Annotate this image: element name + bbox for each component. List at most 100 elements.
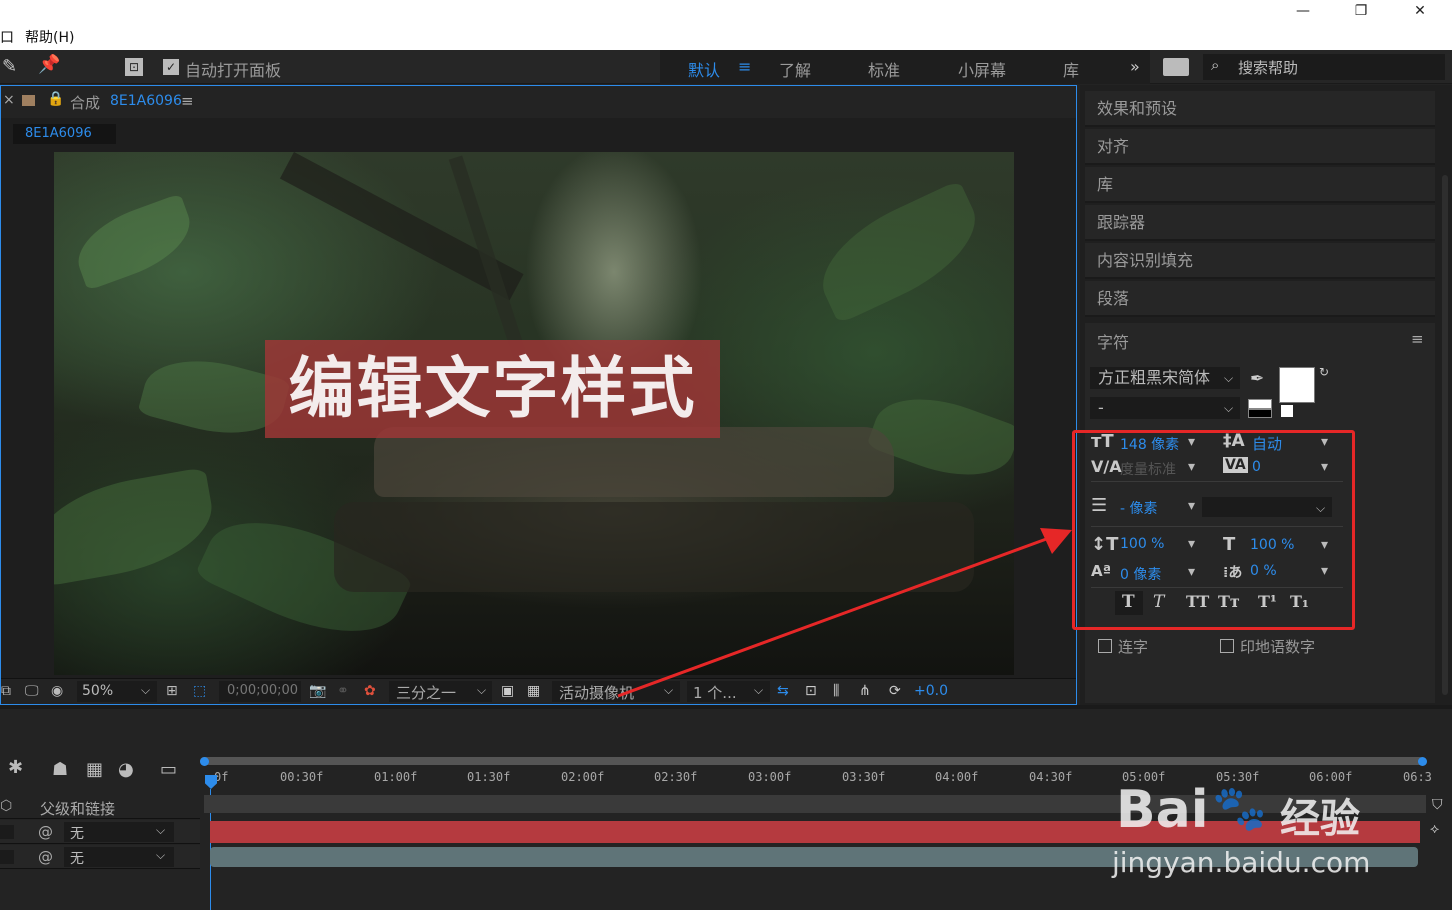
layer-row[interactable]: @ 无 ⌵ (0, 845, 200, 869)
close-icon[interactable]: ✕ (1392, 0, 1448, 22)
chevron-down-icon: ⌵ (1224, 371, 1234, 385)
pin-tool-icon[interactable]: 📌 (38, 54, 60, 75)
annotation-arrow (617, 528, 1072, 698)
parent-value: 无 (70, 851, 84, 867)
lock-icon[interactable]: 🔒 (47, 91, 64, 107)
font-family-value: 方正粗黑宋简体 (1098, 368, 1211, 387)
fast-previews-icon[interactable]: ▣ (501, 683, 514, 699)
time-marker: 03:00f (748, 770, 792, 784)
font-style-dropdown[interactable]: - ⌵ (1090, 397, 1240, 419)
parent-column-label: 父级和链接 (40, 800, 116, 818)
time-marker: 04:00f (935, 770, 979, 784)
snapshot-icon[interactable]: 📷 (309, 683, 326, 699)
panel-effects-presets[interactable]: 效果和预设 (1085, 91, 1435, 127)
leaf-shape (67, 193, 201, 291)
white-swatch[interactable] (1248, 399, 1272, 409)
zoom-dropdown[interactable]: 50% ⌵ (77, 681, 157, 702)
eyedropper-icon[interactable]: ✒ (1250, 369, 1264, 389)
workspace-libraries[interactable]: 库 (1063, 57, 1079, 81)
title-bar: 口 帮助(H) — ❐ ✕ (0, 0, 1452, 50)
composition-breadcrumb[interactable]: 8E1A6096 (13, 124, 116, 144)
auto-open-checkbox[interactable]: ✓ (163, 59, 179, 75)
workspace-default[interactable]: 默认 (688, 57, 720, 81)
show-snapshot-icon[interactable]: ⚭ (337, 683, 349, 699)
zoom-value: 50% (82, 683, 114, 699)
layer-label-swatch[interactable] (0, 850, 14, 864)
mask-visibility-icon[interactable]: ◉ (51, 683, 63, 699)
panel-libraries[interactable]: 库 (1085, 167, 1435, 203)
panel-tracker[interactable]: 跟踪器 (1085, 205, 1435, 241)
motion-blur-icon[interactable]: ◕ (118, 759, 134, 780)
text-layer-box[interactable]: 编辑文字样式 (265, 340, 720, 438)
work-area-start-handle[interactable] (200, 757, 209, 766)
cube-icon: ⬡ (0, 798, 13, 814)
panel-content-aware-fill[interactable]: 内容识别填充 (1085, 243, 1435, 279)
transparency-grid-icon[interactable]: ▦ (527, 683, 540, 699)
layer-label-swatch[interactable] (0, 825, 14, 839)
shy-layers-icon[interactable]: ☗ (52, 759, 68, 780)
frame-blending-icon[interactable]: ▦ (86, 759, 103, 780)
time-marker: 01:00f (374, 770, 418, 784)
minimize-icon[interactable]: — (1275, 0, 1331, 22)
workspace-learn[interactable]: 了解 (779, 57, 811, 81)
workspace-standard[interactable]: 标准 (868, 57, 900, 81)
parent-dropdown[interactable]: 无 ⌵ (64, 822, 174, 842)
panel-paragraph[interactable]: 段落 (1085, 281, 1435, 317)
timecode-value: 0;00;00;00 (227, 683, 299, 698)
fill-color-swatch[interactable] (1279, 367, 1315, 403)
comp-marker-icon[interactable]: ✱ (8, 757, 23, 778)
character-panel-title: 字符 (1097, 333, 1130, 352)
search-help-placeholder: 搜索帮助 (1238, 59, 1299, 77)
chevron-down-icon: ⌵ (156, 848, 166, 862)
chevron-down-icon: ⌵ (141, 683, 151, 697)
paw-icon: 🐾 (1212, 783, 1267, 834)
comp-color-swatch (22, 95, 35, 106)
more-workspaces-icon[interactable]: » (1130, 57, 1140, 76)
time-marker: 04:30f (1029, 770, 1073, 784)
font-family-dropdown[interactable]: 方正粗黑宋简体 ⌵ (1090, 367, 1240, 389)
workspace-menu-icon[interactable]: ≡ (738, 57, 751, 76)
pickwhip-icon[interactable]: @ (38, 823, 53, 841)
hindi-digits-checkbox[interactable] (1220, 639, 1234, 653)
leaf-shape (805, 179, 993, 325)
always-preview-icon[interactable]: ⧉ (1, 683, 11, 699)
graph-editor-icon[interactable]: ▭ (160, 759, 177, 780)
menu-window[interactable]: 口 (0, 27, 14, 47)
puppet-tool-icon[interactable]: ✎ (2, 56, 17, 77)
work-area-bar[interactable] (200, 757, 1424, 765)
resolution-dropdown[interactable]: 三分之一 ⌵ (389, 681, 492, 702)
comp-tab-prefix: 合成 (70, 94, 101, 112)
right-scrollbar[interactable] (1442, 175, 1448, 695)
pickwhip-icon[interactable]: @ (38, 848, 53, 866)
panel-align[interactable]: 对齐 (1085, 129, 1435, 165)
parent-dropdown[interactable]: 无 ⌵ (64, 847, 174, 867)
panel-menu-icon[interactable]: ≡ (181, 92, 194, 110)
character-menu-icon[interactable]: ≡ (1411, 330, 1424, 348)
sync-settings-icon[interactable] (1163, 58, 1189, 76)
auto-open-label: 自动打开面板 (185, 61, 282, 80)
no-fill-icon[interactable] (1281, 405, 1293, 417)
search-help-input[interactable]: ⌕ 搜索帮助 (1203, 54, 1445, 80)
layer-row[interactable]: @ 无 ⌵ (0, 820, 200, 844)
swap-colors-icon[interactable]: ↻ (1319, 365, 1329, 379)
ligatures-checkbox[interactable] (1098, 639, 1112, 653)
channel-rgb-icon[interactable]: ✿ (364, 683, 376, 699)
menu-help[interactable]: 帮助(H) (25, 27, 74, 47)
ligatures-label: 连字 (1118, 638, 1149, 656)
layer-column-header: ⬡ 父级和链接 (0, 795, 200, 819)
panel-toggle-icon[interactable]: ⊡ (125, 58, 143, 76)
workspace-small-screen[interactable]: 小屏幕 (958, 57, 1006, 81)
comp-tab-name[interactable]: 8E1A6096 (110, 93, 182, 109)
black-swatch[interactable] (1248, 409, 1272, 418)
parent-value: 无 (70, 826, 84, 842)
chevron-down-icon: ⌵ (156, 823, 166, 837)
monitor-icon[interactable]: 🖵 (25, 683, 39, 699)
region-of-interest-icon[interactable]: ⬚ (193, 683, 206, 699)
maximize-icon[interactable]: ❐ (1333, 0, 1389, 22)
close-tab-icon[interactable]: × (3, 92, 15, 108)
work-area-end-handle[interactable] (1418, 757, 1427, 766)
timecode-display[interactable]: 0;00;00;00 (219, 681, 301, 702)
layer-nav-icon[interactable]: ⟡ (1430, 821, 1439, 837)
safe-zones-icon[interactable]: ⊞ (166, 683, 178, 699)
timeline-nav-icon[interactable]: ⛉ (1432, 797, 1443, 813)
